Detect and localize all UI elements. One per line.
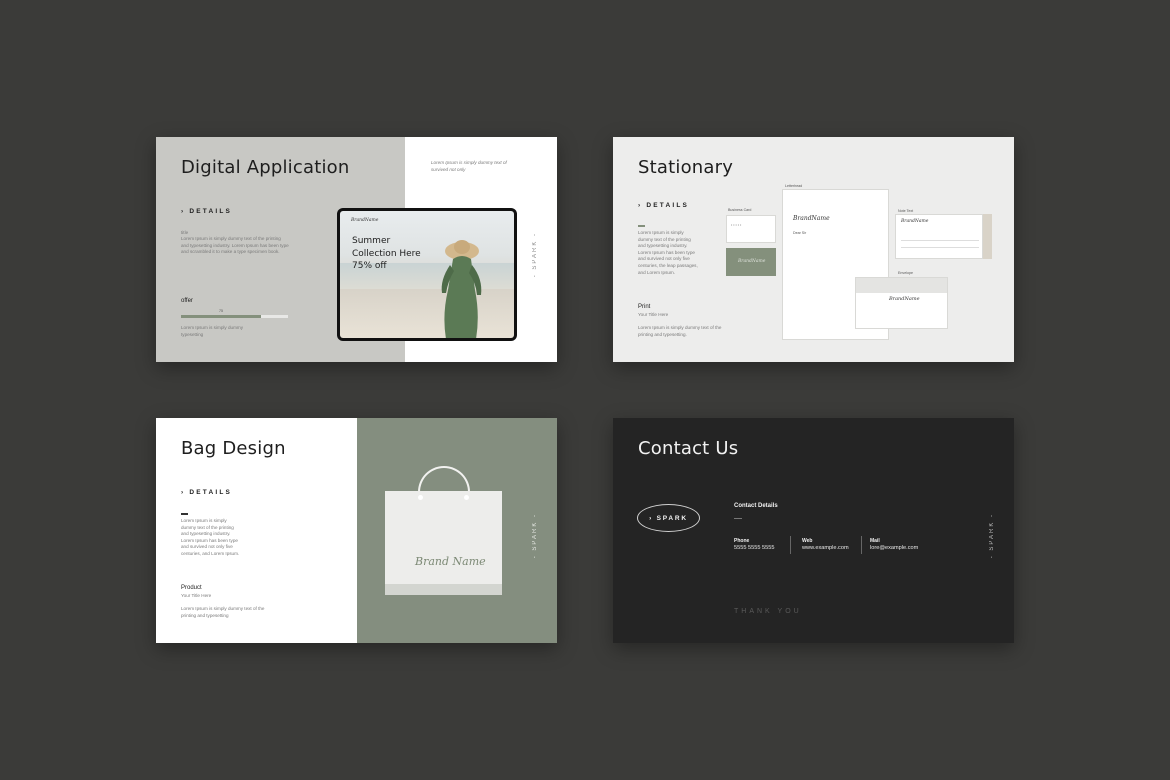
- envelope-label: Envelope: [898, 271, 913, 275]
- offer-progress-bar: [181, 315, 288, 318]
- business-card-label: Business Card: [728, 208, 752, 212]
- separator: [861, 536, 862, 554]
- spark-vertical-label: - SPARK -: [532, 513, 538, 559]
- slide-stationary[interactable]: Stationary › DETAILS Lorem Ipsum is simp…: [613, 137, 1014, 362]
- spark-vertical-label: - SPARK -: [532, 232, 538, 278]
- envelope: BrandName: [855, 277, 948, 329]
- accent-dash: [734, 518, 742, 519]
- offer-note: Lorem Ipsum is simply dummy typesetting: [181, 325, 244, 337]
- card-brand: BrandName: [738, 259, 766, 264]
- product-label: Product: [181, 585, 202, 591]
- thank-you-text: THANK YOU: [734, 608, 802, 615]
- body-text: Lorem Ipsum is simply dummy text of the …: [181, 518, 240, 556]
- product-body: Lorem Ipsum is simply dummy text of the …: [181, 606, 265, 618]
- promo-line-3: 75% off: [352, 261, 387, 271]
- tablet-brand: BrandName: [351, 218, 379, 223]
- product-subtitle: Your Title Here: [181, 593, 212, 598]
- note-label: Note Text: [898, 209, 914, 213]
- promo-line-2: Collection Here: [352, 248, 421, 259]
- spark-button-label: › SPARK: [649, 514, 688, 522]
- note-line: [901, 240, 979, 241]
- promo-line-1: Summer: [352, 236, 391, 246]
- business-card-back: BrandName: [726, 248, 776, 276]
- slide-digital-application[interactable]: Digital Application Lorem Ipsum is simpl…: [156, 137, 557, 362]
- tablet-mockup: BrandName Summer Collection Here 75% off: [337, 208, 517, 341]
- accent-dash: [181, 513, 188, 515]
- intro-text: Lorem Ipsum is simply dummy text of surv…: [431, 160, 507, 172]
- offer-progress-fill: [181, 315, 262, 318]
- mail-value[interactable]: lore@example.com: [870, 545, 918, 551]
- accent-dash: [638, 225, 645, 227]
- print-subtitle: Your Title Here: [638, 312, 669, 317]
- slide-title: Digital Application: [181, 157, 350, 178]
- letterhead-label: Letterhead: [785, 184, 803, 188]
- contact-heading: Contact Details: [734, 503, 778, 509]
- details-link[interactable]: › DETAILS: [181, 208, 232, 215]
- note-line: [901, 247, 979, 248]
- woman-photo: [441, 240, 482, 338]
- mail-label: Mail: [870, 538, 880, 544]
- offer-label: offer: [181, 298, 193, 304]
- note-brand: BrandName: [901, 219, 929, 224]
- tablet-promo: Summer Collection Here 75% off: [352, 235, 421, 273]
- slide-bag-design[interactable]: Bag Design › DETAILS Lorem Ipsum is simp…: [156, 418, 557, 643]
- web-label: Web: [802, 538, 813, 544]
- envelope-flap: [856, 278, 947, 293]
- details-link[interactable]: › DETAILS: [181, 489, 232, 496]
- business-card-front: • • • • •: [726, 215, 776, 243]
- bag-hole-left: [418, 495, 423, 500]
- phone-value[interactable]: 5555 5555 5555: [734, 545, 774, 551]
- shopping-bag: Brand Name: [385, 491, 502, 595]
- offer-value: 75: [219, 309, 223, 313]
- tablet-screen: BrandName Summer Collection Here 75% off: [340, 211, 514, 338]
- spark-vertical-label: - SPARK -: [989, 513, 995, 559]
- note-paper: BrandName: [895, 214, 983, 259]
- letterhead-brand: BrandName: [793, 215, 830, 222]
- slide-title: Contact Us: [638, 438, 739, 459]
- body-text: Lorem Ipsum is simply dummy text of the …: [181, 236, 289, 255]
- body-text: Lorem Ipsum is simply dummy text of the …: [638, 230, 698, 275]
- print-body: Lorem Ipsum is simply dummy text of the …: [638, 325, 722, 337]
- spark-button[interactable]: › SPARK: [637, 504, 700, 532]
- details-link[interactable]: › DETAILS: [638, 202, 689, 209]
- letterhead-greeting: Dear Sir: [793, 231, 807, 235]
- print-label: Print: [638, 304, 651, 310]
- slide-title: Bag Design: [181, 438, 286, 459]
- phone-label: Phone: [734, 538, 750, 544]
- bag-brand: Brand Name: [415, 555, 486, 568]
- web-value[interactable]: www.example.com: [802, 545, 849, 551]
- slide-title: Stationary: [638, 157, 734, 178]
- separator: [790, 536, 791, 554]
- envelope-brand: BrandName: [889, 296, 920, 302]
- bag-bottom-band: [385, 584, 502, 595]
- slide-contact-us[interactable]: Contact Us › SPARK Contact Details Phone…: [613, 418, 1014, 643]
- bag-hole-right: [464, 495, 469, 500]
- card-details: • • • • •: [731, 223, 742, 227]
- note-spine: [983, 214, 992, 259]
